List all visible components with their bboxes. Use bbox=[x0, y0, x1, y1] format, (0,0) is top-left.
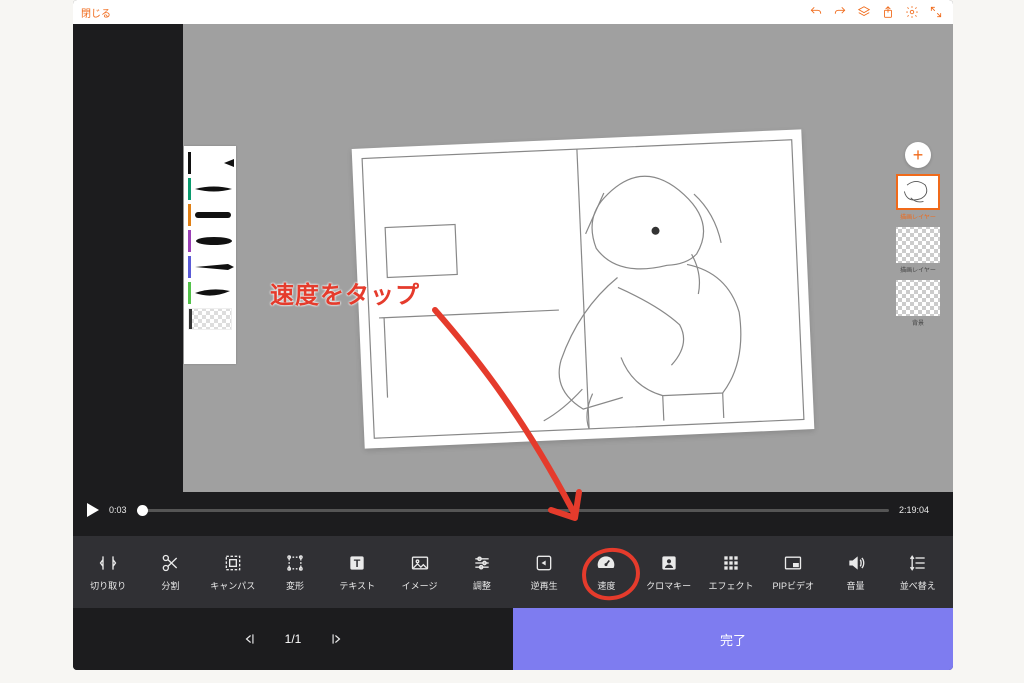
transform-icon bbox=[284, 552, 306, 574]
layer-label-1: 描画レイヤー bbox=[900, 265, 936, 274]
edit-toolbar: 切り取り 分割 キャンパス 変形 T テキスト イメージ 調整 逆再生 速度 クロ… bbox=[73, 536, 953, 608]
redo-icon[interactable] bbox=[831, 3, 849, 21]
scissors-icon bbox=[159, 552, 181, 574]
image-icon bbox=[409, 552, 431, 574]
tool-canvas[interactable]: キャンパス bbox=[205, 552, 261, 592]
tool-pip[interactable]: PIPビデオ bbox=[765, 552, 821, 592]
brush-1[interactable] bbox=[188, 152, 232, 174]
tool-chroma[interactable]: クロマキー bbox=[641, 552, 697, 592]
tool-label: PIPビデオ bbox=[772, 579, 814, 592]
current-time: 0:03 bbox=[109, 505, 127, 515]
tool-label: 切り取り bbox=[90, 579, 126, 592]
layer-label-2: 背景 bbox=[912, 318, 924, 327]
tool-label: 速度 bbox=[597, 579, 615, 592]
canvas-icon bbox=[222, 552, 244, 574]
expand-icon[interactable] bbox=[927, 3, 945, 21]
total-time: 2:19:04 bbox=[899, 505, 929, 515]
tool-label: 分割 bbox=[161, 579, 179, 592]
brush-6[interactable] bbox=[188, 282, 232, 304]
tool-label: 並べ替え bbox=[900, 579, 936, 592]
tool-effect[interactable]: エフェクト bbox=[703, 552, 759, 592]
text-icon: T bbox=[346, 552, 368, 574]
tool-speed[interactable]: 速度 bbox=[578, 552, 634, 592]
bottom-bar: 1/1 完了 bbox=[73, 608, 953, 670]
share-icon[interactable] bbox=[879, 3, 897, 21]
person-icon bbox=[658, 552, 680, 574]
tool-image[interactable]: イメージ bbox=[392, 552, 448, 592]
layers-icon[interactable] bbox=[855, 3, 873, 21]
sliders-icon bbox=[471, 552, 493, 574]
add-layer-button[interactable]: + bbox=[905, 142, 931, 168]
speedometer-icon bbox=[595, 552, 617, 574]
brush-eraser[interactable] bbox=[188, 308, 232, 330]
page-indicator: 1/1 bbox=[285, 632, 302, 646]
timeline-playhead[interactable] bbox=[137, 505, 148, 516]
tool-label: エフェクト bbox=[708, 579, 753, 592]
brush-panel bbox=[184, 146, 236, 364]
effect-icon bbox=[720, 552, 742, 574]
volume-icon bbox=[845, 552, 867, 574]
pager: 1/1 bbox=[73, 608, 513, 670]
trim-icon bbox=[97, 552, 119, 574]
layer-item-2[interactable]: 背景 bbox=[895, 280, 941, 327]
tool-reverse[interactable]: 逆再生 bbox=[516, 552, 572, 592]
timeline-scrubber[interactable] bbox=[137, 509, 889, 512]
tool-label: 逆再生 bbox=[531, 579, 558, 592]
svg-text:T: T bbox=[354, 558, 361, 570]
play-button[interactable] bbox=[87, 503, 99, 517]
brush-5[interactable] bbox=[188, 256, 232, 278]
tool-text[interactable]: T テキスト bbox=[329, 552, 385, 592]
tool-label: イメージ bbox=[402, 579, 438, 592]
artboard[interactable] bbox=[352, 129, 815, 448]
tool-label: 音量 bbox=[847, 579, 865, 592]
prev-page-button[interactable] bbox=[243, 632, 257, 646]
layer-item-0[interactable]: 描画レイヤー bbox=[895, 174, 941, 221]
brush-2[interactable] bbox=[188, 178, 232, 200]
layers-panel: + 描画レイヤー 描画レイヤー 背景 bbox=[889, 142, 947, 327]
layer-label-0: 描画レイヤー bbox=[900, 212, 936, 221]
app-window: 閉じる bbox=[73, 0, 953, 670]
tool-volume[interactable]: 音量 bbox=[828, 552, 884, 592]
undo-icon[interactable] bbox=[807, 3, 825, 21]
tool-reorder[interactable]: 並べ替え bbox=[890, 552, 946, 592]
brush-3[interactable] bbox=[188, 204, 232, 226]
tool-label: 変形 bbox=[286, 579, 304, 592]
close-button[interactable]: 閉じる bbox=[81, 5, 111, 20]
layer-thumb-0[interactable] bbox=[896, 174, 940, 210]
tool-trim[interactable]: 切り取り bbox=[80, 552, 136, 592]
tool-label: 調整 bbox=[473, 579, 491, 592]
reorder-icon bbox=[907, 552, 929, 574]
tool-label: キャンパス bbox=[210, 579, 255, 592]
tool-label: テキスト bbox=[339, 579, 375, 592]
brush-4[interactable] bbox=[188, 230, 232, 252]
tool-label: クロマキー bbox=[646, 579, 691, 592]
tool-adjust[interactable]: 調整 bbox=[454, 552, 510, 592]
annotation-text: 速度をタップ bbox=[270, 275, 420, 310]
tool-split[interactable]: 分割 bbox=[142, 552, 198, 592]
layer-thumb-1[interactable] bbox=[896, 227, 940, 263]
canvas-area[interactable]: + 描画レイヤー 描画レイヤー 背景 bbox=[183, 24, 953, 492]
done-button[interactable]: 完了 bbox=[513, 608, 953, 670]
tool-transform[interactable]: 変形 bbox=[267, 552, 323, 592]
settings-icon[interactable] bbox=[903, 3, 921, 21]
pip-icon bbox=[782, 552, 804, 574]
next-page-button[interactable] bbox=[329, 632, 343, 646]
reverse-icon bbox=[533, 552, 555, 574]
top-bar: 閉じる bbox=[73, 0, 953, 24]
playback-bar: 0:03 2:19:04 bbox=[73, 492, 953, 528]
layer-thumb-2[interactable] bbox=[896, 280, 940, 316]
layer-item-1[interactable]: 描画レイヤー bbox=[895, 227, 941, 274]
